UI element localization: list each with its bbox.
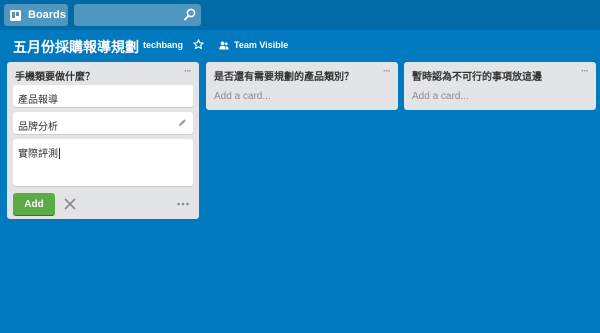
add-card-button[interactable]: Add	[13, 193, 55, 215]
list-header: 是否還有需要規劃的產品類別？ ···	[206, 62, 398, 85]
card-brand-analysis[interactable]: 品牌分析	[13, 112, 193, 134]
more-options-icon[interactable]	[177, 202, 189, 206]
card-title: 產品報導	[18, 95, 58, 106]
list-title[interactable]: 手機類要做什麼？	[15, 72, 95, 83]
search-input[interactable]	[74, 4, 201, 26]
list-menu-icon[interactable]: ···	[383, 66, 391, 77]
close-icon[interactable]	[64, 198, 76, 210]
list-menu-icon[interactable]: ···	[581, 66, 589, 77]
team-visibility-label: Team Visible	[234, 40, 289, 50]
org-name[interactable]: techbang	[143, 40, 183, 50]
board-title[interactable]: 五月份採購報導規劃	[13, 37, 139, 57]
list-1: 手機類要做什麼？ ··· 產品報導 品牌分析 實際評測 Add	[7, 62, 199, 219]
text-cursor	[59, 148, 60, 159]
add-a-card-link[interactable]: Add a card...	[206, 85, 398, 108]
list-header: 手機類要做什麼？ ···	[7, 62, 199, 85]
boards-icon	[10, 9, 21, 21]
team-icon	[219, 41, 229, 49]
list-title[interactable]: 是否還有需要規劃的產品類別？	[214, 72, 354, 83]
team-visibility-button[interactable]: Team Visible	[219, 40, 288, 50]
list-header: 暫時認為不可行的事項放這邊 ···	[404, 62, 596, 85]
card-composer-textarea[interactable]: 實際評測	[13, 139, 193, 186]
edit-pencil-icon[interactable]	[178, 118, 187, 127]
card-product-report[interactable]: 產品報導	[13, 85, 193, 107]
list-2: 是否還有需要規劃的產品類別？ ··· Add a card...	[206, 62, 398, 110]
composer-text: 實際評測	[18, 149, 58, 160]
list-3: 暫時認為不可行的事項放這邊 ··· Add a card...	[404, 62, 596, 110]
search-icon[interactable]	[184, 8, 196, 21]
add-a-card-link[interactable]: Add a card...	[404, 85, 596, 108]
list-title[interactable]: 暫時認為不可行的事項放這邊	[412, 72, 542, 83]
star-icon[interactable]	[193, 39, 204, 50]
boards-button[interactable]: Boards	[4, 4, 68, 26]
top-header: Boards	[0, 0, 600, 30]
list-menu-icon[interactable]: ···	[184, 66, 192, 77]
composer-controls: Add	[7, 190, 199, 220]
boards-label: Boards	[28, 9, 66, 21]
card-title: 品牌分析	[18, 122, 58, 133]
